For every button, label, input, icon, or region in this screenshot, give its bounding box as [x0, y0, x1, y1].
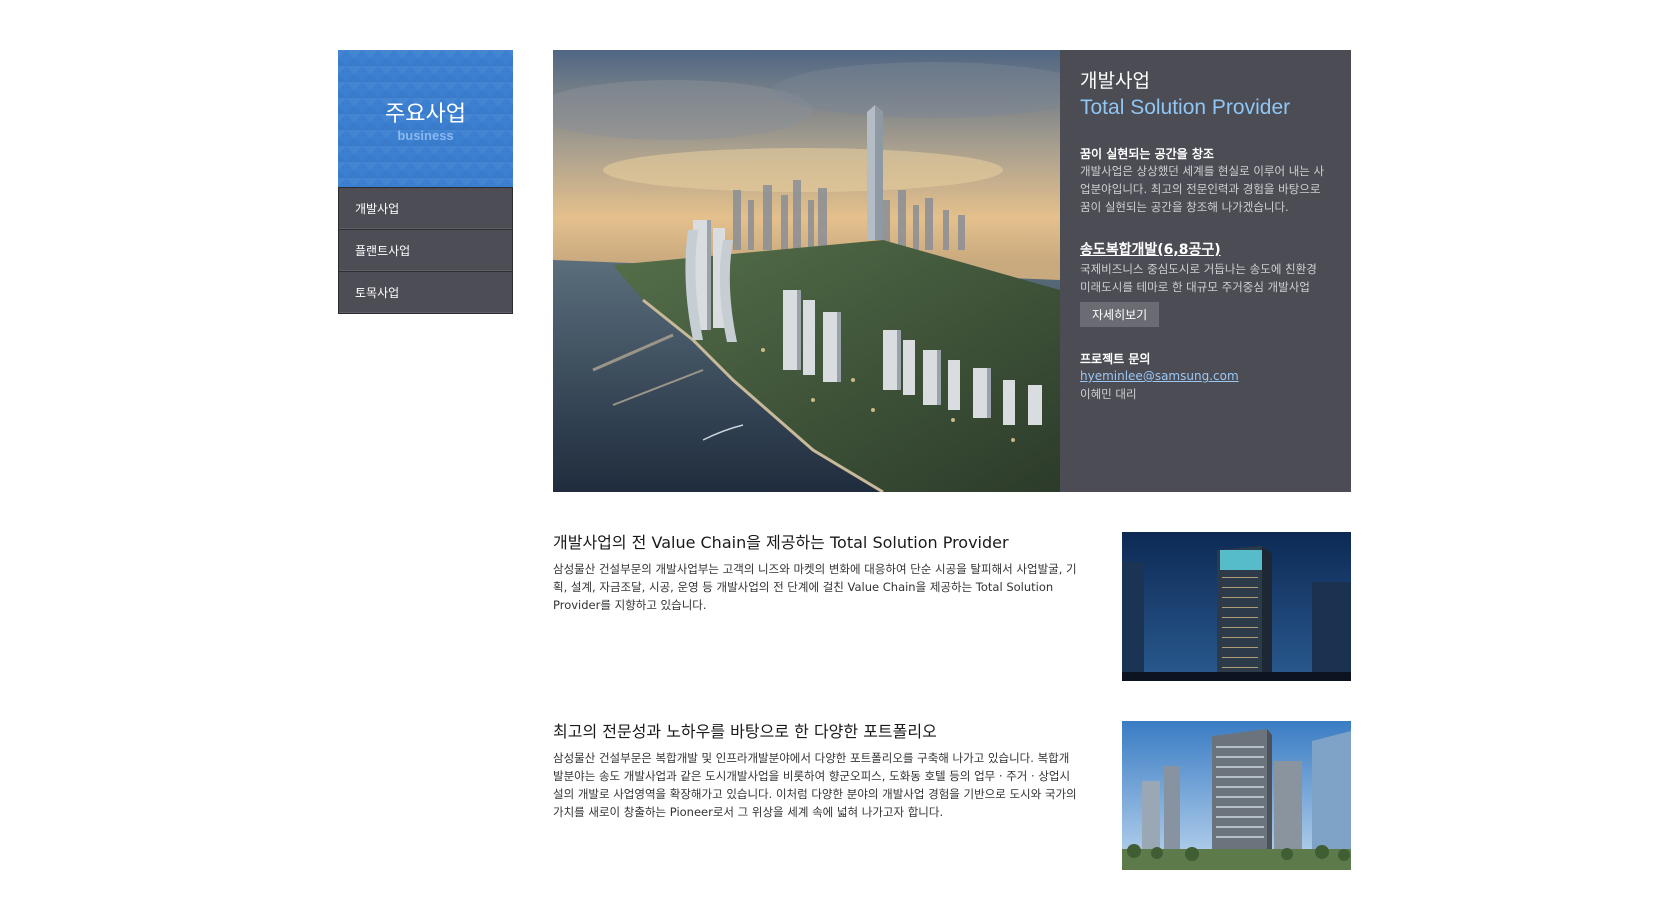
sidebar-subtitle: business [397, 127, 454, 143]
hero-subtitle: Total Solution Provider [1080, 96, 1291, 119]
hero-info-panel: 개발사업 Total Solution Provider 꿈이 실현되는 공간을… [1060, 50, 1351, 492]
hero-city-image [553, 50, 1060, 492]
sidebar-item-label: 개발사업 [355, 201, 400, 216]
section-title: 최고의 전문성과 노하우를 바탕으로 한 다양한 포트폴리오 [553, 722, 937, 741]
sidebar-item-label: 토목사업 [355, 285, 400, 300]
hero: 개발사업 Total Solution Provider 꿈이 실현되는 공간을… [553, 50, 1351, 492]
sidebar-menu: 개발사업 플랜트사업 토목사업 [338, 187, 513, 314]
detail-button[interactable]: 자세히보기 [1080, 302, 1160, 327]
sidebar-item-civil[interactable]: 토목사업 [339, 271, 512, 313]
contact-heading: 프로젝트 문의 [1080, 352, 1151, 366]
tower-night-image [1122, 532, 1351, 681]
sidebar-item-plant[interactable]: 플랜트사업 [339, 229, 512, 271]
section-body: 삼성물산 건설부문은 복합개발 및 인프라개발분야에서 다양한 포트폴리오를 구… [553, 751, 1077, 819]
city-illustration [553, 50, 1060, 492]
project-link[interactable]: 송도복합개발(6,8공구) [1080, 240, 1221, 260]
section-title: 개발사업의 전 Value Chain을 제공하는 Total Solution… [553, 533, 1009, 552]
section-body: 삼성물산 건설부문의 개발사업부는 고객의 니즈와 마켓의 변화에 대응하여 단… [553, 562, 1077, 612]
sidebar-item-development[interactable]: 개발사업 [339, 187, 512, 229]
contact-name: 이혜민 대리 [1080, 387, 1137, 401]
sidebar-title: 주요사업 [385, 101, 466, 127]
section-text: 개발사업의 전 Value Chain을 제공하는 Total Solution… [553, 532, 1078, 614]
office-buildings-image [1122, 721, 1351, 870]
sidebar-item-label: 플랜트사업 [355, 243, 411, 258]
section-portfolio: 최고의 전문성과 노하우를 바탕으로 한 다양한 포트폴리오 삼성물산 건설부문… [553, 721, 1351, 870]
section-text: 최고의 전문성과 노하우를 바탕으로 한 다양한 포트폴리오 삼성물산 건설부문… [553, 721, 1078, 821]
intro-text: 개발사업은 상상했던 세계를 현실로 이루어 내는 사업분야입니다. 최고의 전… [1080, 164, 1325, 214]
section-value-chain: 개발사업의 전 Value Chain을 제공하는 Total Solution… [553, 532, 1351, 681]
hero-title: 개발사업 [1080, 70, 1150, 92]
sidebar: 주요사업 business 개발사업 플랜트사업 토목사업 [338, 50, 513, 314]
sidebar-header: 주요사업 business [338, 50, 513, 187]
project-text: 국제비즈니스 중심도시로 거듭나는 송도에 친환경 미래도시를 테마로 한 대규… [1080, 262, 1317, 294]
intro-heading: 꿈이 실현되는 공간을 창조 [1080, 147, 1214, 161]
contact-email-link[interactable]: hyeminlee@samsung.com [1080, 367, 1331, 385]
